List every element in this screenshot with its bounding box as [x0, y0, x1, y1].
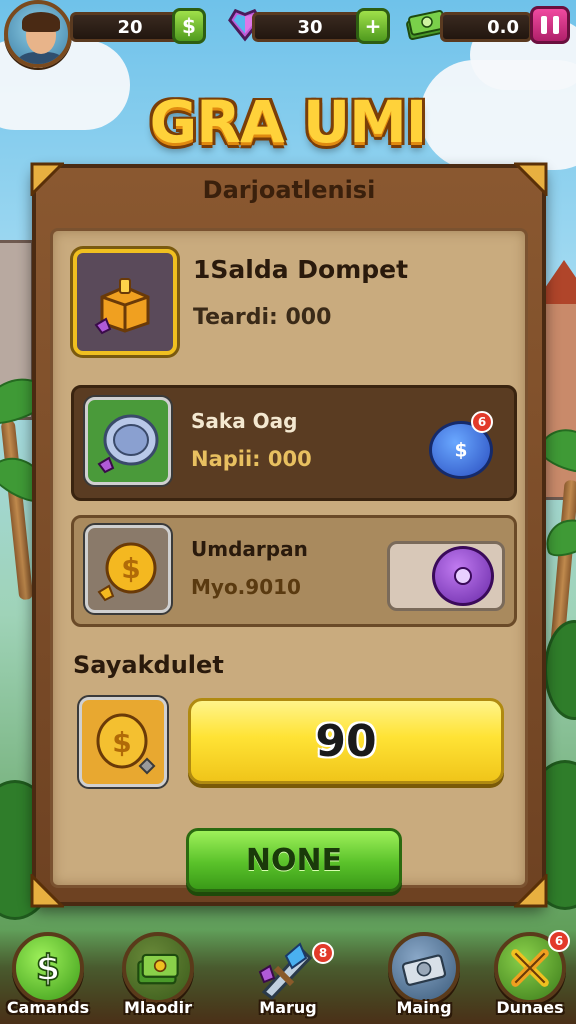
svg-text:$: $ [112, 726, 131, 759]
corner-ornament-icon [30, 162, 66, 198]
add-coins-button[interactable]: $ [172, 8, 206, 44]
gems-counter: 30 [252, 12, 368, 42]
row-value: Teardi: 000 [193, 305, 332, 330]
treasure-chest-slot[interactable] [73, 249, 177, 355]
bottom-nav: $ Camands Mlaodir 8 Marug Maing 6 Dunaes [0, 930, 576, 1024]
svg-text:$: $ [121, 552, 140, 585]
nav-label: Maing [396, 998, 452, 1017]
nav-item-maing[interactable]: Maing [376, 930, 472, 1024]
blue-dollar-coin-icon: $ [455, 441, 468, 462]
nav-label: Dunaes [496, 998, 564, 1017]
purple-coin-button[interactable] [387, 541, 505, 611]
confirm-button[interactable]: NONE [186, 828, 402, 892]
section-label: Sayakdulet [73, 651, 224, 679]
top-hud: 20 $ 30 + 0.0 [0, 0, 576, 68]
gold-coin-icon: $ [96, 713, 156, 775]
nav-label: Marug [259, 998, 317, 1017]
purple-coin-icon [432, 546, 494, 606]
svg-text:$: $ [455, 441, 468, 462]
notification-badge: 6 [471, 411, 493, 433]
nav-label: Mlaodir [123, 998, 193, 1017]
silver-coin-slot [85, 397, 171, 485]
pause-icon [541, 16, 547, 34]
nav-item-dunaes[interactable]: 6 Dunaes [482, 930, 576, 1024]
game-title: GRA UMI [149, 88, 428, 156]
nav-item-marug[interactable]: 8 Marug [240, 930, 336, 1024]
cash-value: 0.0 [487, 16, 519, 38]
dollar-coin-icon: $ [12, 932, 84, 1004]
cash-bundle-icon [122, 932, 194, 1004]
avatar-hair [22, 12, 60, 32]
nav-item-camands[interactable]: $ Camands [0, 930, 96, 1024]
gold-coin-slot: $ [79, 697, 167, 787]
bush [544, 620, 576, 720]
row-value: Napii: 000 [191, 447, 312, 471]
silver-cash-icon [388, 932, 460, 1004]
wallet-panel: Darjoatlenisi 1Salda Dompet Teardi: 000 [30, 162, 548, 908]
nav-label: Camands [6, 998, 90, 1017]
palm-trunk [0, 419, 34, 601]
silver-coin-icon [97, 414, 159, 474]
row-title: Umdarpan [191, 537, 308, 561]
panel-content: 1Salda Dompet Teardi: 000 Saka Oag Napii… [50, 228, 528, 888]
pause-icon [553, 16, 559, 34]
row-value: Myo.9010 [191, 575, 301, 599]
notification-badge: 6 [548, 930, 570, 952]
dollar-icon: $ [182, 14, 196, 38]
sword-gem-icon [256, 938, 320, 1001]
cash-counter: 0.0 [440, 12, 532, 42]
gold-coin-slot: $ [85, 525, 171, 613]
add-gems-button[interactable]: + [356, 8, 390, 44]
treasure-chest-icon [94, 278, 150, 335]
gold-coin-icon: $ [97, 542, 157, 602]
row-title: 1Salda Dompet [193, 255, 409, 284]
nav-item-mlaodir[interactable]: Mlaodir [110, 930, 206, 1024]
coins-value: 20 [117, 16, 143, 38]
pause-button[interactable] [530, 6, 570, 44]
plus-icon: + [364, 14, 382, 38]
panel-header: Darjoatlenisi [202, 176, 376, 204]
balance-display: 90 [188, 698, 504, 784]
row-title: Saka Oag [191, 409, 298, 433]
svg-text:$: $ [36, 948, 60, 989]
corner-ornament-icon [512, 162, 548, 198]
notification-badge: 8 [312, 942, 334, 964]
player-avatar[interactable] [4, 0, 72, 68]
gems-value: 30 [297, 16, 323, 38]
